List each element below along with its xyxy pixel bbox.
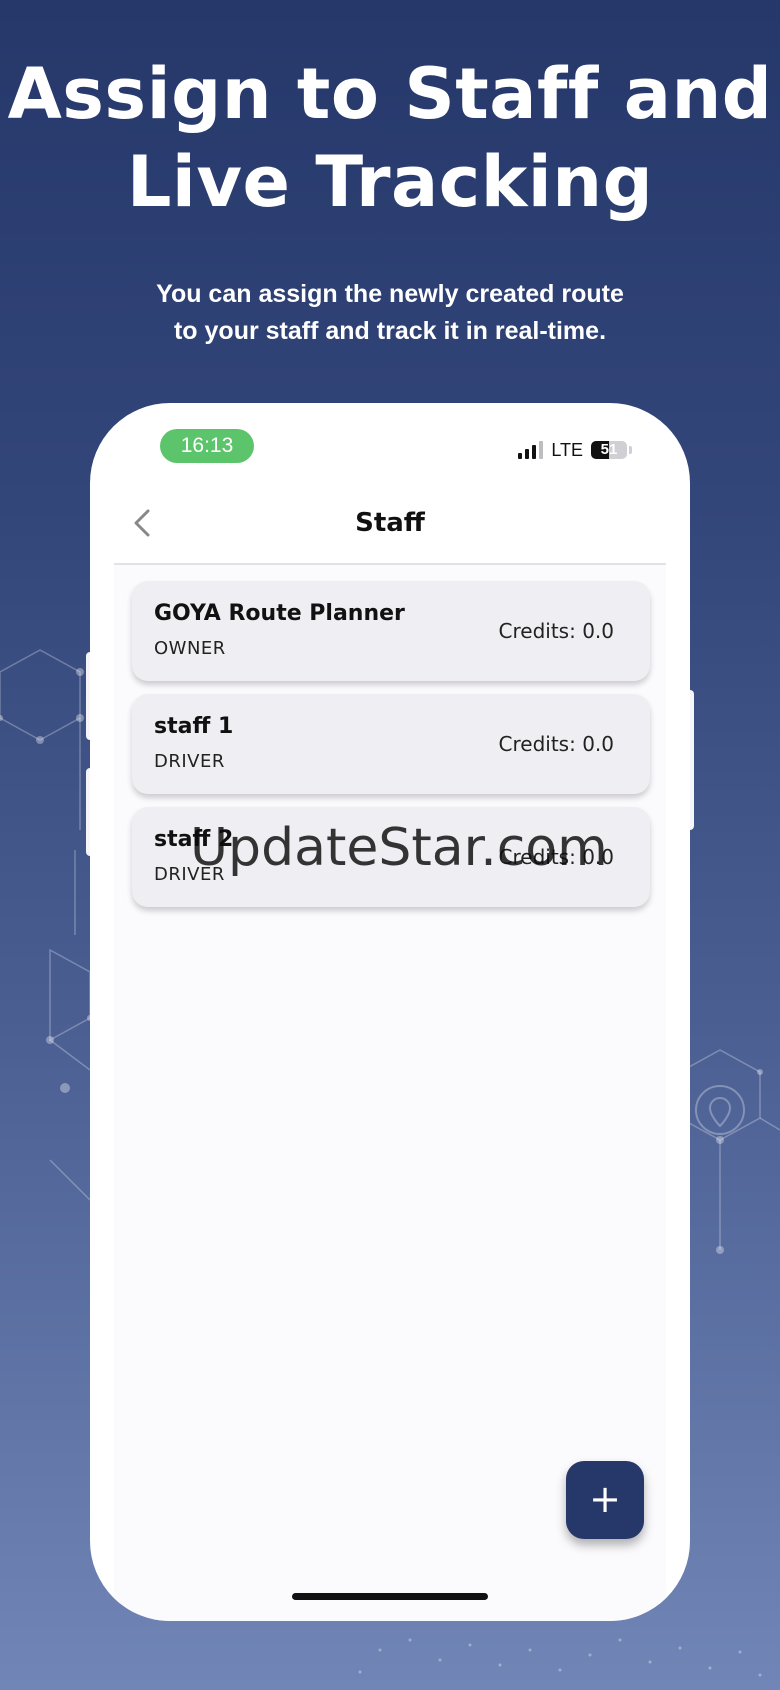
watermark-text: UpdateStar.com [190, 818, 608, 878]
network-type: LTE [551, 439, 583, 460]
plus-icon: + [589, 1477, 621, 1521]
status-indicators: LTE 51 [518, 439, 632, 461]
signal-icon [518, 441, 544, 459]
staff-credits: Credits: 0.0 [498, 732, 614, 756]
staff-name: GOYA Route Planner [154, 601, 405, 626]
page-title: Staff [355, 508, 425, 538]
status-time: 16:13 [160, 429, 254, 463]
staff-card-staff-1[interactable]: staff 1 DRIVER Credits: 0.0 [132, 694, 650, 794]
staff-card-owner[interactable]: GOYA Route Planner OWNER Credits: 0.0 [132, 581, 650, 681]
add-staff-button[interactable]: + [566, 1461, 644, 1539]
battery-tip [629, 446, 632, 454]
promo-subtitle-line-2: to your staff and track it in real-time. [173, 317, 607, 345]
staff-role: OWNER [154, 638, 226, 659]
promo-title: Assign to Staff and Live Tracking [0, 50, 780, 226]
home-indicator[interactable] [292, 1593, 488, 1600]
staff-role: DRIVER [154, 751, 225, 772]
promo-title-line-1: Assign to Staff and [7, 53, 773, 135]
staff-credits: Credits: 0.0 [498, 619, 614, 643]
status-bar: 16:13 LTE 51 [90, 403, 690, 463]
battery-level: 51 [600, 441, 618, 458]
battery-icon: 51 [591, 441, 627, 459]
staff-name: staff 1 [154, 714, 234, 739]
promo-subtitle-line-1: You can assign the newly created route [156, 280, 624, 308]
promo-subtitle: You can assign the newly created route t… [0, 276, 780, 350]
phone-mockup: 16:13 LTE 51 Staff GOYA Route Planner OW… [90, 403, 690, 1621]
nav-bar: Staff [114, 483, 666, 565]
promo-title-line-2: Live Tracking [126, 141, 654, 223]
